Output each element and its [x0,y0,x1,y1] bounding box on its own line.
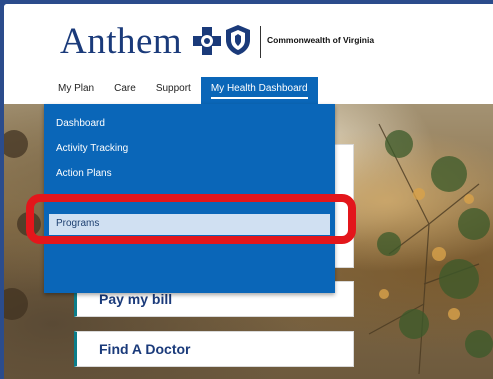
site-header: Anthem Commonwealth of Virginia My Plan … [4,4,493,104]
nav-my-plan[interactable]: My Plan [48,77,104,104]
nav-care[interactable]: Care [104,77,146,104]
menu-item-activity-tracking[interactable]: Activity Tracking [56,143,128,154]
organization-subtitle: Commonwealth of Virginia [267,35,375,45]
find-doctor-card[interactable]: Find A Doctor [74,331,354,367]
nav-support[interactable]: Support [146,77,201,104]
blue-cross-icon [193,27,221,55]
highlight-annotation [26,194,356,244]
nav-my-health-dashboard[interactable]: My Health Dashboard [200,77,318,104]
find-doctor-link[interactable]: Find A Doctor [99,341,191,357]
logo-divider [260,26,261,58]
browser-page: Pay my bill Find A Doctor Anthem Commonw… [4,4,493,379]
main-nav: My Plan Care Support My Health Dashboard [48,77,318,104]
blue-shield-icon [226,25,250,55]
menu-item-action-plans[interactable]: Action Plans [56,168,112,179]
menu-item-dashboard[interactable]: Dashboard [56,118,105,129]
anthem-logo-wordmark[interactable]: Anthem [60,22,182,62]
pine-tree-image [368,123,493,375]
pay-bill-link[interactable]: Pay my bill [99,291,172,307]
